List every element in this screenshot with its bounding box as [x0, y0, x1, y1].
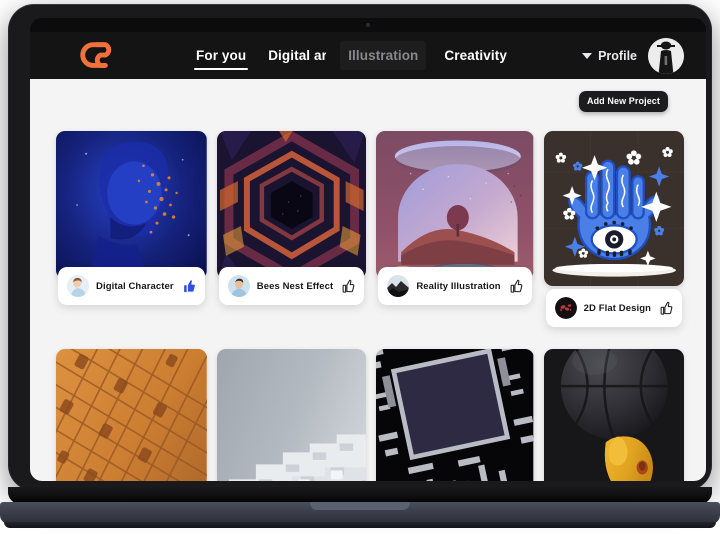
thumbs-up-icon[interactable] — [658, 301, 673, 316]
project-card[interactable]: Digital Character — [56, 131, 207, 327]
project-card-footer[interactable]: Reality Illustration — [378, 267, 532, 305]
project-card[interactable] — [56, 349, 207, 481]
laptop-base — [0, 487, 720, 532]
content-area: Add New Project Digital Character Bees N… — [30, 79, 706, 481]
laptop-foot — [4, 522, 716, 528]
project-author-avatar — [67, 275, 89, 297]
nav-links: For you Digital art Illustration Creativ… — [192, 41, 511, 70]
project-thumbnail-orange-waffle-pyramids[interactable] — [56, 349, 207, 481]
thumbs-up-icon[interactable] — [508, 279, 523, 294]
project-grid: Digital Character Bees Nest Effect Reali… — [56, 131, 685, 481]
nav-link-digital-art[interactable]: Digital art — [264, 43, 326, 68]
add-new-project-button[interactable]: Add New Project — [578, 91, 668, 112]
project-title: Digital Character — [96, 280, 174, 292]
project-title: 2D Flat Design — [583, 302, 652, 314]
project-thumbnail-bw-abstract-frame[interactable] — [376, 349, 534, 481]
avatar[interactable] — [648, 37, 684, 74]
project-card[interactable] — [543, 349, 685, 481]
project-author-avatar — [227, 275, 250, 297]
chevron-down-icon — [582, 52, 593, 59]
laptop-lid: For you Digital art Illustration Creativ… — [8, 4, 712, 491]
project-thumbnail-bees-nest-effect[interactable] — [216, 131, 367, 279]
project-title: Bees Nest Effect — [256, 280, 334, 292]
profile-label: Profile — [598, 48, 637, 63]
project-thumbnail-basketball-on-finger[interactable] — [543, 349, 685, 481]
project-card[interactable]: Bees Nest Effect — [216, 131, 367, 327]
nav-link-for-you[interactable]: For you — [192, 43, 250, 70]
cs-monogram-logo-icon[interactable] — [74, 39, 116, 73]
browser-viewport: For you Digital art Illustration Creativ… — [30, 32, 706, 481]
project-card-footer[interactable]: 2D Flat Design — [545, 289, 683, 327]
project-card[interactable]: 2D Flat Design — [543, 131, 685, 327]
nav-link-creativity[interactable]: Creativity — [440, 43, 511, 68]
top-navbar: For you Digital art Illustration Creativ… — [30, 32, 706, 79]
project-thumbnail-white-stepped-dome[interactable] — [216, 349, 367, 481]
thumbs-up-icon[interactable] — [340, 279, 355, 294]
laptop-notch — [310, 502, 410, 510]
project-thumbnail-2d-flat-design[interactable] — [543, 131, 685, 286]
navbar-right-group: Profile — [582, 37, 684, 74]
project-author-avatar — [554, 297, 577, 319]
project-card-footer[interactable]: Bees Nest Effect — [218, 267, 365, 305]
project-author-avatar — [387, 275, 410, 297]
project-thumbnail-digital-character[interactable] — [56, 131, 207, 279]
thumbs-up-icon[interactable] — [181, 279, 196, 294]
project-card[interactable]: Reality Illustration — [376, 131, 534, 327]
nav-link-illustration[interactable]: Illustration — [340, 41, 427, 70]
project-thumbnail-reality-illustration[interactable] — [376, 131, 534, 279]
webcam-dot-icon — [366, 23, 370, 27]
project-card[interactable] — [216, 349, 367, 481]
laptop-screen: For you Digital art Illustration Creativ… — [30, 18, 706, 481]
project-title: Reality Illustration — [416, 280, 501, 292]
profile-menu[interactable]: Profile — [582, 49, 637, 63]
laptop-mockup: For you Digital art Illustration Creativ… — [0, 0, 720, 540]
project-card[interactable] — [376, 349, 534, 481]
project-card-footer[interactable]: Digital Character — [58, 267, 205, 305]
